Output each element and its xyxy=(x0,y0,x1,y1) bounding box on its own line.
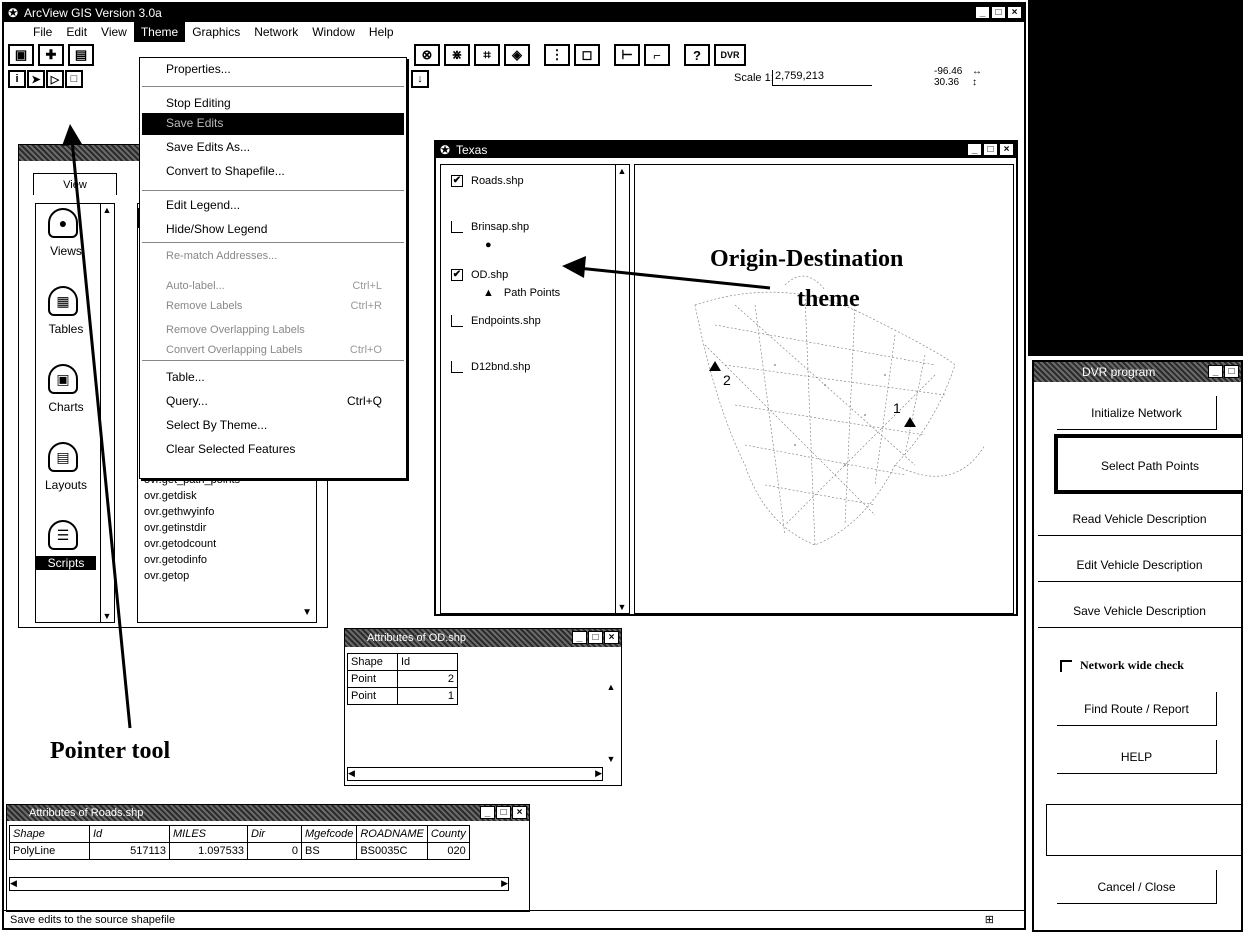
pointer-tool-arrow xyxy=(70,139,132,729)
pointer-tool-arrowhead xyxy=(62,124,82,146)
od-theme-arrowhead xyxy=(562,256,586,278)
od-theme-arrow xyxy=(577,266,771,290)
annotation-arrows xyxy=(62,124,771,729)
